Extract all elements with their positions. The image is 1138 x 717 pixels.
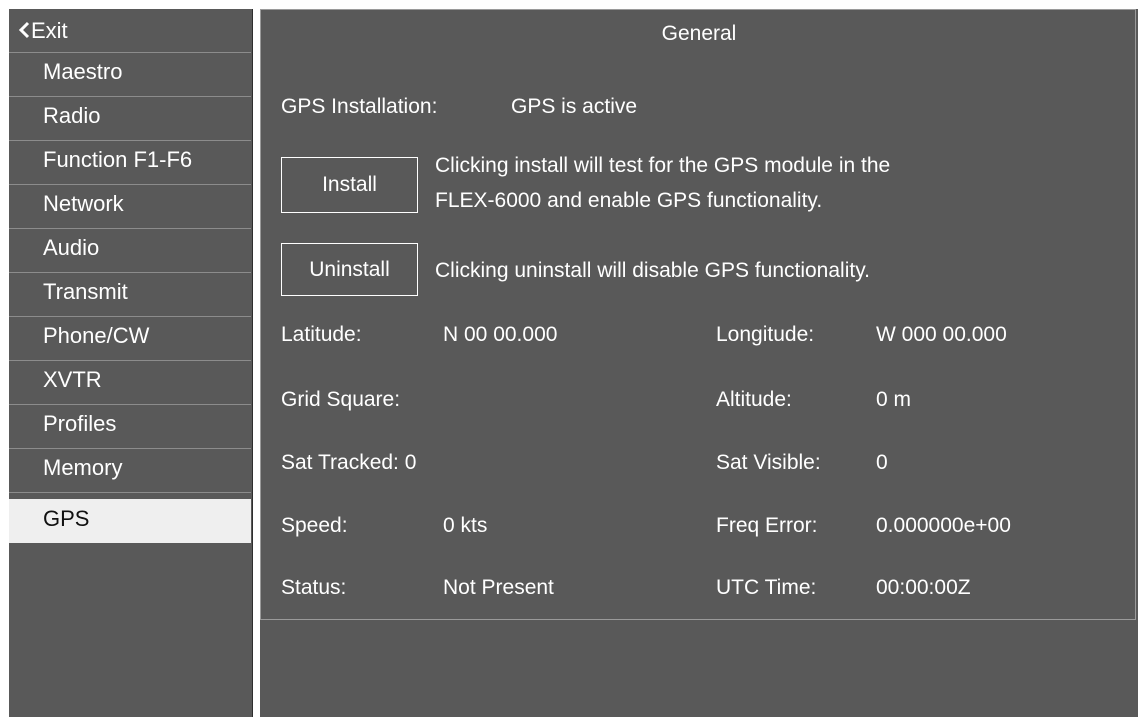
gps-installation-label: GPS Installation: — [281, 95, 438, 118]
sat-visible-value: 0 — [876, 451, 888, 474]
latitude-value: N 00 00.000 — [443, 323, 558, 346]
freq-error-value: 0.000000e+00 — [876, 514, 1011, 537]
status-label: Status: — [281, 576, 347, 599]
sidebar-item-phone-cw[interactable]: Phone/CW — [9, 317, 251, 361]
sidebar-item-memory[interactable]: Memory — [9, 449, 251, 493]
latitude-label: Latitude: — [281, 323, 362, 346]
panel-title: General — [661, 22, 737, 45]
sidebar-item-label: Profiles — [43, 411, 117, 436]
sidebar-item-network[interactable]: Network — [9, 185, 251, 229]
sidebar-item-label: Memory — [43, 455, 123, 480]
install-button[interactable]: Install — [281, 157, 418, 213]
sat-visible-label: Sat Visible: — [716, 451, 821, 474]
utc-time-value: 00:00:00Z — [876, 576, 971, 599]
main-content: General GPS Installation: GPS is active … — [260, 9, 1138, 717]
speed-label: Speed: — [281, 514, 348, 537]
sidebar-item-label: Function F1-F6 — [43, 147, 193, 172]
app-window: Exit Maestro Radio Function F1-F6 Networ… — [0, 0, 1138, 717]
sidebar-item-transmit[interactable]: Transmit — [9, 273, 251, 317]
chevron-left-icon — [18, 21, 30, 39]
freq-error-label: Freq Error: — [716, 514, 818, 537]
sidebar-item-profiles[interactable]: Profiles — [9, 405, 251, 449]
sidebar-item-gps[interactable]: GPS — [9, 499, 251, 543]
sidebar-item-radio[interactable]: Radio — [9, 97, 251, 141]
longitude-value: W 000 00.000 — [876, 323, 1007, 346]
sidebar-item-xvtr[interactable]: XVTR — [9, 361, 251, 405]
altitude-label: Altitude: — [716, 388, 792, 411]
uninstall-button[interactable]: Uninstall — [281, 243, 418, 296]
exit-button[interactable]: Exit — [9, 9, 251, 53]
exit-label: Exit — [31, 18, 68, 43]
gps-installation-value: GPS is active — [511, 95, 638, 118]
sidebar-item-function[interactable]: Function F1-F6 — [9, 141, 251, 185]
status-value: Not Present — [443, 576, 554, 599]
sidebar-item-label: Maestro — [43, 59, 123, 84]
sidebar-item-maestro[interactable]: Maestro — [9, 53, 251, 97]
altitude-value: 0 m — [876, 388, 912, 411]
sidebar-item-label: Network — [43, 191, 124, 216]
sat-tracked-label: Sat Tracked: 0 — [281, 451, 417, 474]
sidebar-item-label: Transmit — [43, 279, 128, 304]
sidebar-item-label: Phone/CW — [43, 323, 150, 348]
install-description-line1: Clicking install will test for the GPS m… — [435, 154, 891, 177]
sidebar-item-label: Audio — [43, 235, 100, 260]
utc-time-label: UTC Time: — [716, 576, 817, 599]
speed-value: 0 kts — [443, 514, 488, 537]
install-description-line2: FLEX-6000 and enable GPS functionality. — [435, 189, 823, 212]
grid-square-label: Grid Square: — [281, 388, 401, 411]
uninstall-description: Clicking uninstall will disable GPS func… — [435, 259, 870, 282]
sidebar-item-label: Radio — [43, 103, 101, 128]
sidebar: Exit Maestro Radio Function F1-F6 Networ… — [9, 9, 253, 717]
gps-general-panel: General GPS Installation: GPS is active … — [260, 9, 1136, 620]
sidebar-item-audio[interactable]: Audio — [9, 229, 251, 273]
sidebar-item-label: GPS — [43, 506, 90, 531]
longitude-label: Longitude: — [716, 323, 815, 346]
sidebar-item-label: XVTR — [43, 367, 102, 392]
